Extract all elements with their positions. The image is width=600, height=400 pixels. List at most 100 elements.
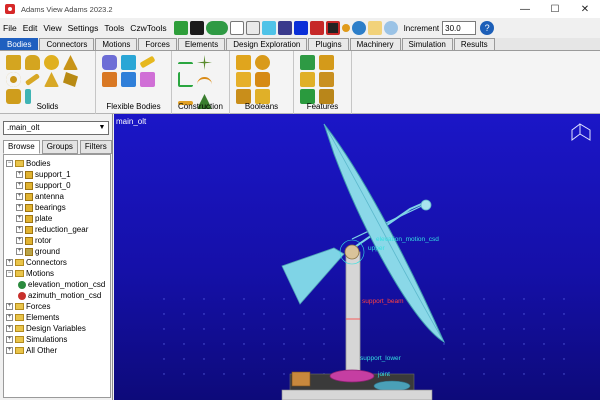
save-icon[interactable]: [189, 21, 204, 35]
hand-icon[interactable]: [367, 21, 382, 35]
menu-file[interactable]: File: [0, 23, 20, 33]
tree-node-elevation-motion[interactable]: elevation_motion_csd: [4, 279, 110, 290]
viewflex-icon[interactable]: [102, 55, 117, 70]
polyline-icon[interactable]: [178, 72, 193, 87]
menu-settings[interactable]: Settings: [65, 23, 102, 33]
zoom-icon[interactable]: [383, 21, 398, 35]
menu-view[interactable]: View: [40, 23, 64, 33]
tree-node-reduction-gear[interactable]: + reduction_gear: [4, 224, 110, 235]
tree-node-support-0[interactable]: + support_0: [4, 180, 110, 191]
tab-browse[interactable]: Browse: [3, 140, 40, 154]
collapse-icon[interactable]: −: [6, 160, 13, 167]
new-file-icon[interactable]: [173, 21, 188, 35]
expand-icon[interactable]: +: [16, 215, 23, 222]
boss-icon[interactable]: [319, 72, 334, 87]
fillet-icon[interactable]: [319, 55, 334, 70]
camera-icon[interactable]: [309, 21, 324, 35]
menu-tools[interactable]: Tools: [101, 23, 127, 33]
frustum-icon[interactable]: [63, 55, 78, 70]
model-select[interactable]: .main_olt ▼: [3, 121, 109, 135]
tree-node-bodies[interactable]: − Bodies: [4, 158, 110, 169]
tab-plugins[interactable]: Plugins: [308, 38, 349, 50]
help-icon[interactable]: ?: [480, 21, 495, 35]
box-icon[interactable]: [6, 55, 21, 70]
tree-node-elements[interactable]: + Elements: [4, 312, 110, 323]
expand-icon[interactable]: +: [6, 314, 13, 321]
tab-connectors[interactable]: Connectors: [39, 38, 95, 50]
viewport-scene[interactable]: [114, 114, 600, 400]
expand-icon[interactable]: +: [6, 325, 13, 332]
sphere-icon[interactable]: [44, 55, 59, 70]
expand-icon[interactable]: +: [16, 237, 23, 244]
expand-icon[interactable]: +: [16, 182, 23, 189]
hole-icon[interactable]: [300, 72, 315, 87]
expand-icon[interactable]: +: [6, 336, 13, 343]
minimize-button[interactable]: —: [510, 0, 540, 18]
chevron-down-icon[interactable]: ▼: [96, 122, 108, 134]
tree-node-ground[interactable]: + ground: [4, 246, 110, 257]
link-icon[interactable]: [24, 73, 41, 86]
tab-groups[interactable]: Groups: [41, 140, 78, 154]
point-icon[interactable]: [178, 62, 193, 66]
menu-czwtools[interactable]: CzwTools: [127, 23, 169, 33]
expand-icon[interactable]: +: [6, 303, 13, 310]
tree-node-design-variables[interactable]: + Design Variables: [4, 323, 110, 334]
expand-icon[interactable]: +: [16, 248, 23, 255]
tree-node-plate[interactable]: + plate: [4, 213, 110, 224]
tree-node-bearings[interactable]: + bearings: [4, 202, 110, 213]
page-icon[interactable]: [245, 21, 260, 35]
flex-body-icon[interactable]: [102, 72, 117, 87]
torus-icon[interactable]: [6, 72, 21, 87]
union-icon[interactable]: [236, 55, 251, 70]
increment-input[interactable]: [442, 21, 477, 35]
menu-edit[interactable]: Edit: [20, 23, 41, 33]
model-viewport[interactable]: main_olt elevation_motion_csd upper supp…: [114, 114, 600, 400]
rotate-icon[interactable]: [341, 24, 350, 32]
tab-filters[interactable]: Filters: [79, 140, 112, 154]
tree-node-azimuth-motion[interactable]: azimuth_motion_csd: [4, 290, 110, 301]
pan-icon[interactable]: [351, 21, 366, 35]
tree-node-support-1[interactable]: + support_1: [4, 169, 110, 180]
tab-elements[interactable]: Elements: [177, 38, 226, 50]
swap-flex-icon[interactable]: [121, 72, 136, 87]
expand-icon[interactable]: +: [16, 204, 23, 211]
close-button[interactable]: ✕: [570, 0, 600, 18]
render-icon[interactable]: [293, 21, 308, 35]
marker-icon[interactable]: [197, 55, 212, 70]
merge-icon[interactable]: [255, 55, 270, 70]
tab-machinery[interactable]: Machinery: [349, 38, 401, 50]
grid-icon[interactable]: [277, 21, 292, 35]
modal-neutral-icon[interactable]: [121, 55, 136, 70]
expand-icon[interactable]: +: [16, 193, 23, 200]
arc-icon[interactable]: [197, 77, 212, 92]
extrusion-icon[interactable]: [63, 72, 78, 87]
cube-icon[interactable]: [261, 21, 276, 35]
plate-icon[interactable]: [44, 72, 59, 87]
tree-node-connectors[interactable]: + Connectors: [4, 257, 110, 268]
tab-motions[interactable]: Motions: [95, 38, 138, 50]
discrete-flex-link-icon[interactable]: [139, 55, 156, 69]
tab-forces[interactable]: Forces: [138, 38, 177, 50]
tree-node-rotor[interactable]: + rotor: [4, 235, 110, 246]
cut-icon[interactable]: [255, 72, 270, 87]
select-arrow-icon[interactable]: [229, 21, 244, 35]
tree-node-simulations[interactable]: + Simulations: [4, 334, 110, 345]
expand-icon[interactable]: +: [16, 171, 23, 178]
tab-simulation[interactable]: Simulation: [401, 38, 453, 50]
tree-node-all-other[interactable]: + All Other: [4, 345, 110, 356]
tree-node-forces[interactable]: + Forces: [4, 301, 110, 312]
maximize-button[interactable]: ☐: [540, 0, 570, 18]
flex-fe-part-icon[interactable]: [140, 72, 155, 87]
expand-icon[interactable]: +: [6, 347, 13, 354]
tab-design-exploration[interactable]: Design Exploration: [226, 38, 308, 50]
cylinder-icon[interactable]: [25, 55, 40, 70]
tab-results[interactable]: Results: [453, 38, 495, 50]
tree-node-antenna[interactable]: + antenna: [4, 191, 110, 202]
tab-bodies[interactable]: Bodies: [0, 38, 39, 50]
expand-icon[interactable]: +: [16, 226, 23, 233]
undo-icon[interactable]: [205, 21, 228, 35]
fit-icon[interactable]: [325, 21, 340, 35]
expand-icon[interactable]: +: [6, 259, 13, 266]
tree-node-motions[interactable]: − Motions: [4, 268, 110, 279]
chamfer-icon[interactable]: [300, 55, 315, 70]
